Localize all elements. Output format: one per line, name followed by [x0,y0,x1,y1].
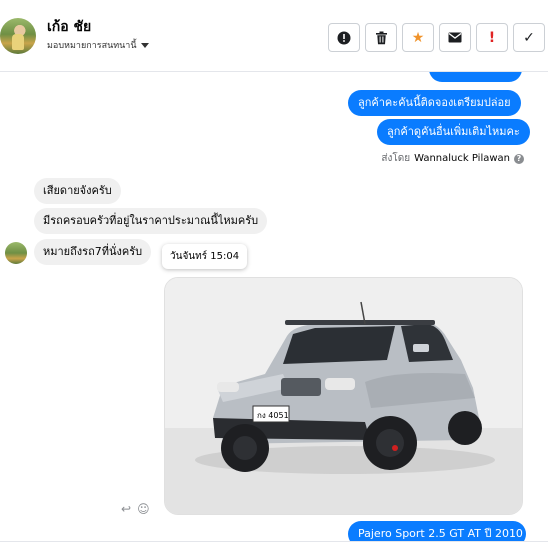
contact-name[interactable]: เก้อ ชัย [47,16,91,38]
checkmark-icon: ✓ [523,29,535,46]
exclamation-icon: ! [488,29,496,46]
outgoing-message[interactable]: ลูกค้าคะคันนี้ติดจองเตรียมปล่อย [348,90,521,116]
timestamp-tooltip: วันจันทร์ 15:04 [162,244,248,269]
assign-label: มอบหมายการสนทนานี้ [47,41,137,51]
email-button[interactable] [439,23,471,52]
message-thread[interactable]: ลูกค้าคะคันนี้ติดจองเตรียมปล่อย ลูกค้าดู… [0,72,548,541]
info-icon[interactable]: ? [514,153,524,164]
outgoing-message-partial[interactable] [429,72,522,82]
outgoing-message[interactable]: ลูกค้าดูคันอื่นเพิ่มเติมไหมคะ [377,119,530,145]
message-reactions: ↩ ☺ [121,502,150,516]
assign-conversation-dropdown[interactable]: มอบหมายการสนทนานี้ [47,38,149,52]
emoji-icon[interactable]: ☺ [137,502,150,516]
incoming-message[interactable]: มีรถครอบครัวที่อยู่ในราคาประมาณนี้ไหมครั… [34,208,268,234]
star-button[interactable]: ★ [402,23,434,52]
envelope-icon [448,32,462,43]
sent-by-line: ส่งโดย Wannaluck Pilawan ? [381,151,524,166]
done-button[interactable]: ✓ [513,23,545,52]
contact-avatar-small [5,242,27,264]
report-button[interactable] [328,23,360,52]
conversation-header: เก้อ ชัย มอบหมายการสนทนานี้ ★ ! ✓ [0,0,548,72]
follow-up-button[interactable]: ! [476,23,508,52]
exclamation-circle-icon [337,31,351,44]
incoming-message[interactable]: หมายถึงรถ7ที่นั่งครับ [34,239,152,265]
composer-area[interactable] [0,541,548,551]
contact-avatar[interactable] [0,18,36,54]
conversation-actions: ★ ! ✓ [328,23,545,52]
outgoing-message[interactable]: Pajero Sport 2.5 GT AT ปี 2010 [348,521,526,541]
svg-text:กง 4051: กง 4051 [257,411,289,420]
incoming-message[interactable]: เสียดายจังครับ [34,178,121,204]
sent-by-label: ส่งโดย [381,153,411,164]
reply-icon[interactable]: ↩ [121,502,131,516]
suv-image: กง 4051 [165,278,522,514]
car-photo-attachment[interactable]: กง 4051 [164,277,523,515]
trash-button[interactable] [365,23,397,52]
chevron-down-icon [140,42,149,48]
star-icon: ★ [411,29,425,46]
trash-icon [375,31,387,44]
sent-by-name: Wannaluck Pilawan [414,153,510,164]
